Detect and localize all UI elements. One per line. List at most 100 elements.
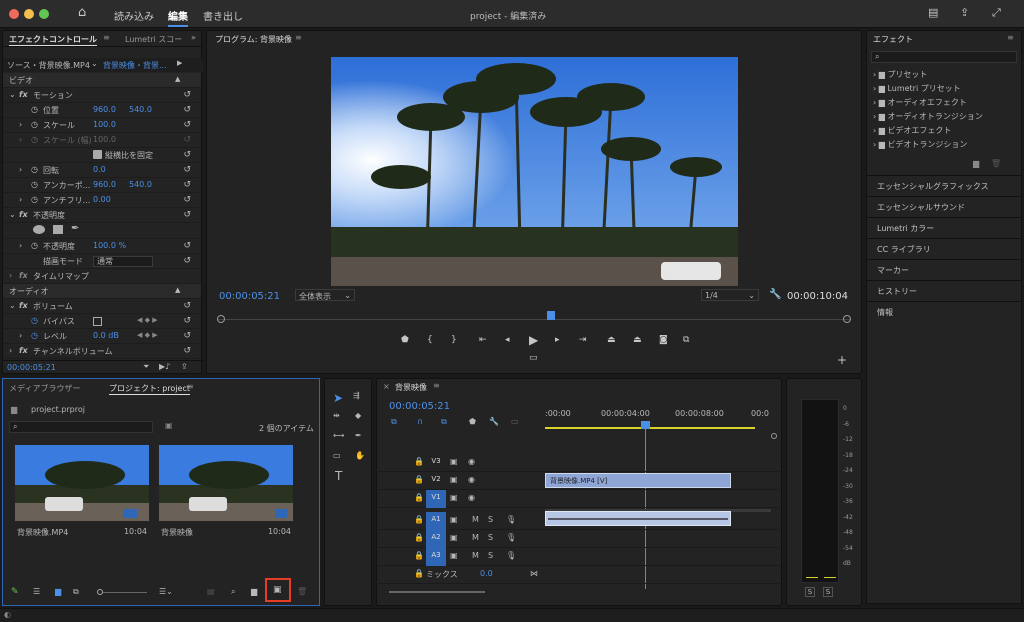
reset-icon[interactable]: ↺ xyxy=(183,120,191,130)
project-item[interactable]: 背景映像 10:04 xyxy=(159,445,293,541)
antiflicker-value[interactable]: 0.00 xyxy=(93,195,111,204)
workspace-export[interactable]: 書き出し xyxy=(203,8,243,23)
quality-select[interactable]: 1/4 ⌄ xyxy=(701,289,759,301)
menu-icon[interactable]: ≡ xyxy=(1007,33,1014,42)
mute-button[interactable]: M xyxy=(472,551,479,560)
effects-item-presets[interactable]: › ▆ プリセット xyxy=(873,69,983,83)
panel-cc-libraries[interactable]: CC ライブラリ xyxy=(867,238,1021,258)
mute-button[interactable]: M xyxy=(472,515,479,524)
track-label-a2[interactable]: A2 xyxy=(426,530,446,548)
ripple-edit-icon[interactable]: ⇹ xyxy=(333,411,340,420)
eye-icon[interactable]: ◉ xyxy=(468,457,475,466)
step-forward-button[interactable]: ▸ xyxy=(555,335,560,345)
opacity-value[interactable]: 100.0 % xyxy=(93,241,126,250)
microphone-icon[interactable]: 🎙 xyxy=(506,551,516,560)
sync-lock-icon[interactable]: ▣ xyxy=(450,551,458,560)
stopwatch-icon[interactable]: ◷ xyxy=(31,165,38,174)
close-icon[interactable]: × xyxy=(383,382,390,391)
keyframe-nav-icon[interactable]: ◀ ◆ ▶ xyxy=(137,316,158,324)
new-bin-icon[interactable]: ▆ xyxy=(251,587,257,596)
scale-value[interactable]: 100.0 xyxy=(93,120,116,129)
solo-button[interactable]: S xyxy=(488,515,493,524)
play-audio-icon[interactable]: ▶♪ xyxy=(159,362,170,371)
lock-icon[interactable]: 🔒 xyxy=(414,493,424,502)
disclosure-icon[interactable]: › xyxy=(9,346,12,355)
clip-selector[interactable]: 背景映像・背景... xyxy=(103,60,167,71)
timeline-timecode[interactable]: 00:00:05:21 xyxy=(389,401,450,412)
fx-icon[interactable]: fx xyxy=(19,346,28,355)
eye-icon[interactable]: ◉ xyxy=(468,493,475,502)
disclosure-icon[interactable]: › xyxy=(19,195,22,204)
disclosure-icon[interactable]: › xyxy=(19,241,22,250)
timeline-scrollbar[interactable] xyxy=(381,587,773,597)
mark-in-button[interactable]: { xyxy=(427,335,433,345)
effects-item-lumetri-presets[interactable]: › ▆ Lumetri プリセット xyxy=(873,83,983,97)
solo-button[interactable]: S xyxy=(488,551,493,560)
uniform-scale-checkbox[interactable] xyxy=(93,150,102,159)
stopwatch-icon[interactable]: ◷ xyxy=(31,331,38,340)
mix-collapse-icon[interactable]: ⋈ xyxy=(530,569,538,578)
effects-item-video-effects[interactable]: › ▆ ビデオエフェクト xyxy=(873,125,983,139)
reset-icon[interactable]: ↺ xyxy=(183,241,191,251)
rectangle-mask-icon[interactable] xyxy=(53,225,63,234)
microphone-icon[interactable]: 🎙 xyxy=(506,533,516,542)
disclosure-icon[interactable]: ⌄ xyxy=(9,210,16,219)
sequence-tab[interactable]: 背景映像 xyxy=(395,382,427,393)
hand-icon[interactable]: ✋ xyxy=(355,451,365,460)
add-marker-icon[interactable]: ⬟ xyxy=(469,417,476,426)
reset-icon[interactable]: ↺ xyxy=(183,316,191,326)
fullscreen-icon[interactable]: ⤢ xyxy=(992,6,1001,20)
stopwatch-icon[interactable]: ◷ xyxy=(31,180,38,189)
export-icon[interactable]: ⇪ xyxy=(181,362,188,371)
effects-search-input[interactable]: ⌕ xyxy=(871,51,1017,63)
pen-mask-icon[interactable]: ✒ xyxy=(71,223,79,234)
level-value[interactable]: 0.0 dB xyxy=(93,331,119,340)
mute-button[interactable]: M xyxy=(472,533,479,542)
sync-lock-icon[interactable]: ▣ xyxy=(450,533,458,542)
reset-icon[interactable]: ↺ xyxy=(183,90,191,100)
stopwatch-icon[interactable]: ◷ xyxy=(31,120,38,129)
disclosure-icon[interactable]: ⌄ xyxy=(9,301,16,310)
panel-overflow-icon[interactable]: » xyxy=(191,33,196,42)
time-ruler[interactable]: :00:00 00:00:04:00 00:00:08:00 00:0 xyxy=(545,399,771,431)
nest-icon[interactable]: ⧉ xyxy=(391,417,397,427)
reset-icon[interactable]: ↺ xyxy=(183,180,191,190)
extract-button[interactable]: ⏏ xyxy=(633,335,642,345)
wrench-icon[interactable]: 🔧 xyxy=(769,289,781,300)
disclosure-icon[interactable]: › xyxy=(19,120,22,129)
eye-icon[interactable]: ◉ xyxy=(468,475,475,484)
tab-media-browser[interactable]: メディアブラウザー xyxy=(9,383,80,394)
reset-icon[interactable]: ↺ xyxy=(183,165,191,175)
tab-effect-controls[interactable]: エフェクトコントロール xyxy=(9,34,97,46)
disclosure-icon[interactable]: › xyxy=(19,135,22,144)
reset-icon[interactable]: ↺ xyxy=(183,331,191,341)
position-x-value[interactable]: 960.0 xyxy=(93,105,116,114)
tab-lumetri-scopes[interactable]: Lumetri スコー xyxy=(125,34,182,45)
reset-icon[interactable]: ↺ xyxy=(183,346,191,356)
video-preview[interactable] xyxy=(331,57,738,286)
menu-icon[interactable]: ≡ xyxy=(103,33,110,42)
new-bin-icon[interactable]: ▣ xyxy=(165,421,173,430)
reset-icon[interactable]: ↺ xyxy=(183,195,191,205)
reset-icon[interactable]: ↺ xyxy=(183,210,191,220)
volume-row[interactable]: ⌄ fx ボリューム ↺ xyxy=(3,299,201,314)
panel-info[interactable]: 情報 xyxy=(867,301,1021,321)
share-icon[interactable]: ⇪ xyxy=(960,6,969,19)
solo-button[interactable]: S xyxy=(488,533,493,542)
razor-icon[interactable]: ◆ xyxy=(355,411,361,420)
camera-icon[interactable]: ◙ xyxy=(659,335,668,345)
sync-lock-icon[interactable]: ▣ xyxy=(450,515,458,524)
stopwatch-icon[interactable]: ◷ xyxy=(31,316,38,325)
timecode[interactable]: 00:00:05:21 xyxy=(7,363,56,372)
project-item[interactable]: 背景映像.MP4 10:04 xyxy=(15,445,149,541)
position-y-value[interactable]: 540.0 xyxy=(129,105,152,114)
track-label-v3[interactable]: V3 xyxy=(426,454,446,472)
wrench-icon[interactable]: 🔧 xyxy=(489,417,499,426)
workspace-import[interactable]: 読み込み xyxy=(114,8,154,23)
tab-project[interactable]: プロジェクト: project xyxy=(109,383,191,395)
tab-program[interactable]: プログラム: 背景映像 xyxy=(215,34,292,45)
reset-icon[interactable]: ↺ xyxy=(183,150,191,160)
chevron-down-icon[interactable]: ⌄ xyxy=(91,59,98,68)
maximize-window-button[interactable] xyxy=(39,9,49,19)
add-marker-button[interactable]: ⬟ xyxy=(401,335,409,345)
